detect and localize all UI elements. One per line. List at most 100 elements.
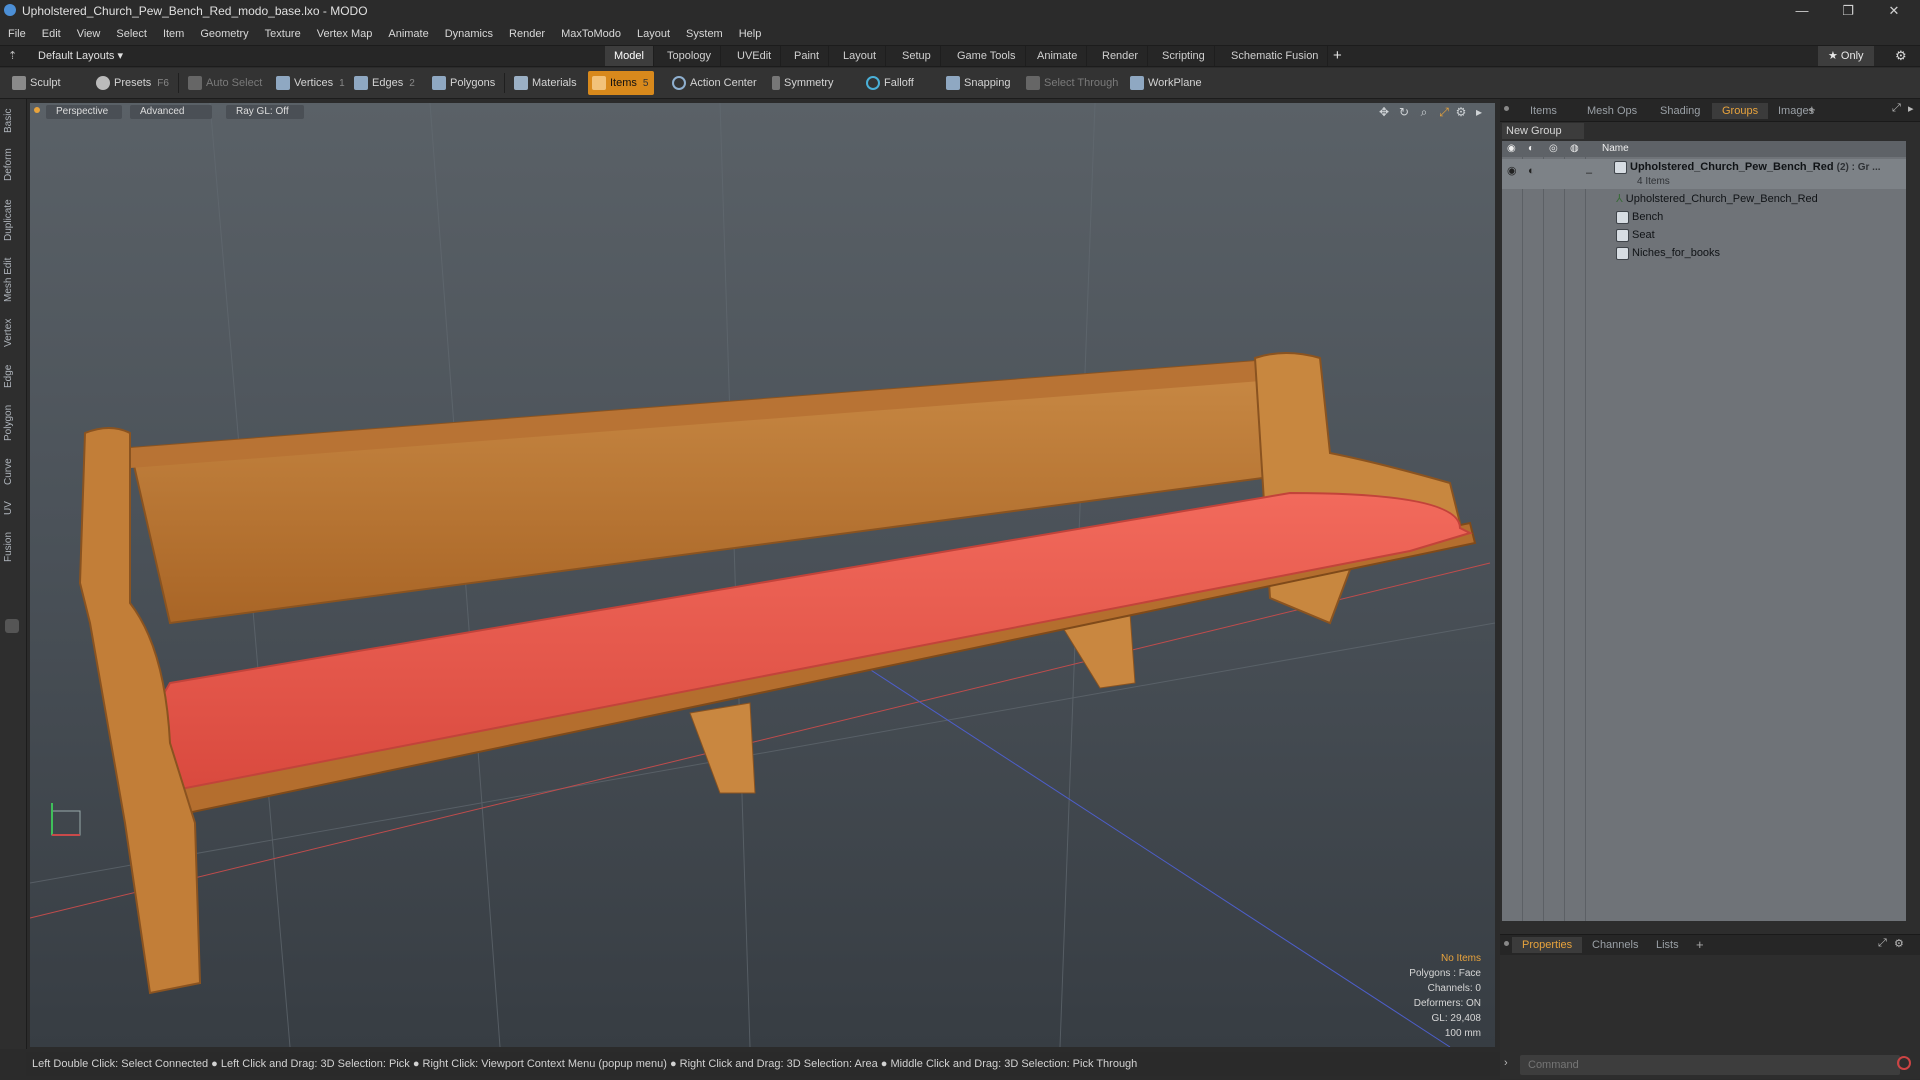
polygons-button[interactable]: Polygons (428, 71, 501, 95)
menu-view[interactable]: View (69, 24, 109, 44)
tab-items[interactable]: Items (1520, 103, 1567, 119)
zoom-view-icon[interactable]: ⌕ (1417, 105, 1431, 119)
menu-edit[interactable]: Edit (34, 24, 69, 44)
tab-channels[interactable]: Channels (1582, 937, 1648, 953)
tab-game-tools[interactable]: Game Tools (948, 46, 1026, 66)
action-center-button[interactable]: Action Center (668, 71, 763, 95)
tab-schematic-fusion[interactable]: Schematic Fusion (1222, 46, 1329, 66)
tab-images[interactable]: Images (1768, 103, 1824, 119)
tab-groups[interactable]: Groups (1712, 103, 1769, 119)
viewport-gear-icon[interactable]: ⚙ (1454, 105, 1468, 119)
select-through-button[interactable]: Select Through (1022, 71, 1124, 95)
menu-animate[interactable]: Animate (380, 24, 436, 44)
tree-item[interactable]: ⅄ Upholstered_Church_Pew_Bench_Red (1502, 191, 1906, 208)
tab-paint[interactable]: Paint (785, 46, 830, 66)
tab-setup[interactable]: Setup (893, 46, 941, 66)
tab-fusion[interactable]: Fusion (3, 527, 23, 567)
gear-icon[interactable]: ⚙ (1895, 48, 1907, 64)
layout-selector[interactable]: Default Layouts ▾ (38, 49, 123, 62)
record-icon[interactable] (1897, 1056, 1911, 1070)
edges-button[interactable]: Edges 2 (350, 71, 421, 95)
layout-collapse-icon[interactable]: ⇡ (8, 49, 17, 62)
tab-basic[interactable]: Basic (3, 105, 23, 137)
tree-item[interactable]: Seat (1502, 227, 1906, 244)
workplane-button[interactable]: WorkPlane (1126, 71, 1208, 95)
expand-panel-icon[interactable]: ⤢ (1892, 102, 1901, 115)
shading-mode-button[interactable]: Advanced (130, 105, 212, 119)
panel-toggle-icon[interactable] (5, 619, 19, 633)
menu-geometry[interactable]: Geometry (192, 24, 256, 44)
select-icon[interactable]: ◍ (1570, 141, 1579, 157)
tab-mesh-edit[interactable]: Mesh Edit (3, 255, 23, 305)
menu-dynamics[interactable]: Dynamics (437, 24, 501, 44)
new-group-button[interactable]: New Group (1502, 123, 1584, 139)
tree-item[interactable]: Bench (1502, 209, 1906, 226)
lock-icon[interactable]: ◎ (1549, 141, 1558, 157)
close-button[interactable]: ✕ (1874, 2, 1914, 20)
tab-animate[interactable]: Animate (1028, 46, 1088, 66)
symmetry-button[interactable]: Symmetry (768, 71, 840, 95)
command-input[interactable] (1520, 1055, 1900, 1075)
tab-polygon[interactable]: Polygon (3, 401, 23, 445)
view-mode-button[interactable]: Perspective (46, 105, 122, 119)
eye-icon[interactable]: ◉ (1507, 141, 1516, 157)
menu-select[interactable]: Select (108, 24, 155, 44)
expand-panel-icon[interactable]: ⤢ (1878, 937, 1887, 950)
tab-vertex[interactable]: Vertex (3, 315, 23, 351)
materials-button[interactable]: Materials (510, 71, 583, 95)
menu-layout[interactable]: Layout (629, 24, 678, 44)
move-view-icon[interactable]: ✥ (1377, 105, 1391, 119)
eye-icon[interactable]: ◉ (1507, 163, 1517, 180)
3d-viewport[interactable]: Perspective Advanced Ray GL: Off ✥ ↻ ⌕ ⤢… (30, 103, 1495, 1047)
raygl-button[interactable]: Ray GL: Off (226, 105, 304, 119)
panel-menu-icon[interactable]: ▸ (1908, 102, 1914, 115)
snapping-button[interactable]: Snapping (942, 71, 1017, 95)
add-properties-tab-button[interactable]: + (1696, 937, 1704, 952)
minimize-button[interactable]: — (1782, 2, 1822, 20)
menu-help[interactable]: Help (731, 24, 770, 44)
sculpt-button[interactable]: Sculpt (8, 71, 67, 95)
tab-model[interactable]: Model (605, 46, 654, 66)
tab-shading[interactable]: Shading (1650, 103, 1710, 119)
menu-maxtomodo[interactable]: MaxToModo (553, 24, 629, 44)
name-column-header[interactable]: Name (1602, 141, 1629, 157)
add-panel-tab-button[interactable]: + (1808, 102, 1816, 117)
render-icon[interactable]: ◐ (1528, 163, 1535, 180)
menu-texture[interactable]: Texture (257, 24, 309, 44)
tab-mesh-ops[interactable]: Mesh Ops (1577, 103, 1647, 119)
group-row[interactable]: ◉ ◐ – Upholstered_Church_Pew_Bench_Red (… (1502, 159, 1906, 189)
tab-properties[interactable]: Properties (1512, 937, 1583, 953)
collapse-icon[interactable]: – (1586, 165, 1592, 182)
only-toggle[interactable]: ★ Only (1818, 46, 1874, 66)
tab-duplicate[interactable]: Duplicate (3, 195, 23, 245)
tab-lists[interactable]: Lists (1646, 937, 1689, 953)
tab-layout[interactable]: Layout (834, 46, 887, 66)
items-button[interactable]: Items 5 (588, 71, 655, 95)
tab-deform[interactable]: Deform (3, 145, 23, 185)
tab-curve[interactable]: Curve (3, 455, 23, 489)
command-expand-icon[interactable]: › (1504, 1057, 1508, 1069)
menu-item[interactable]: Item (155, 24, 192, 44)
rotate-view-icon[interactable]: ↻ (1397, 105, 1411, 119)
tab-uv[interactable]: UV (3, 497, 23, 519)
tab-topology[interactable]: Topology (658, 46, 722, 66)
restore-button[interactable]: ❐ (1828, 2, 1868, 20)
add-tab-button[interactable]: + (1333, 47, 1342, 64)
tree-item[interactable]: Niches_for_books (1502, 245, 1906, 262)
vertices-button[interactable]: Vertices 1 (272, 71, 351, 95)
fit-view-icon[interactable]: ⤢ (1437, 105, 1451, 119)
tab-uvedit[interactable]: UVEdit (728, 46, 782, 66)
falloff-button[interactable]: Falloff (862, 71, 920, 95)
menu-render[interactable]: Render (501, 24, 553, 44)
menu-system[interactable]: System (678, 24, 731, 44)
tab-scripting[interactable]: Scripting (1153, 46, 1215, 66)
viewport-menu-icon[interactable]: ▸ (1472, 105, 1486, 119)
properties-gear-icon[interactable]: ⚙ (1894, 937, 1904, 950)
presets-button[interactable]: Presets F6 (92, 71, 175, 95)
menu-file[interactable]: File (0, 24, 34, 44)
render-icon[interactable]: ◐ (1528, 141, 1534, 157)
tab-edge[interactable]: Edge (3, 361, 23, 391)
menu-vertex-map[interactable]: Vertex Map (309, 24, 381, 44)
tab-render[interactable]: Render (1093, 46, 1149, 66)
auto-select-button[interactable]: Auto Select (184, 71, 268, 95)
